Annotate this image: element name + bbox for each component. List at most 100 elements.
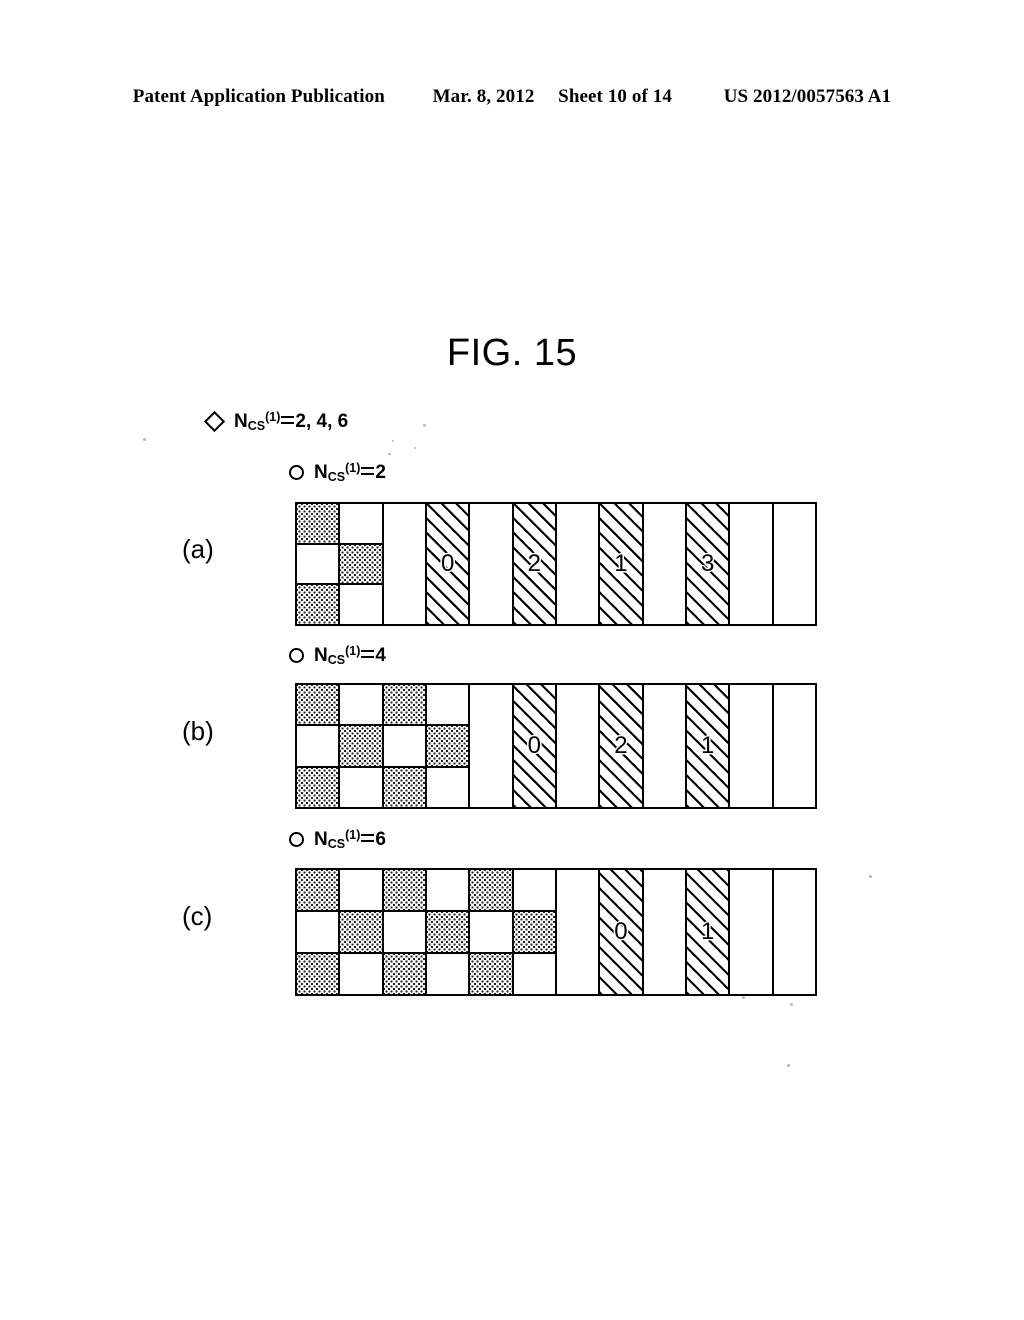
hatched-column-label: 1 (700, 732, 715, 759)
hatched-column: 1 (686, 870, 731, 994)
scan-speck (790, 1003, 793, 1006)
dotted-cell (383, 685, 425, 727)
checker-column (297, 870, 341, 994)
circle-marker-icon (289, 648, 304, 663)
equals-icon (361, 648, 375, 660)
checker-column (426, 870, 471, 994)
circle-marker-icon (289, 465, 304, 480)
scan-speck (742, 996, 745, 999)
dotted-cell (340, 912, 382, 954)
hatched-column: 0 (513, 685, 557, 807)
blank-cell (297, 726, 339, 768)
dotted-cell (297, 870, 339, 912)
blank-column (643, 685, 687, 807)
dotted-cell (297, 504, 339, 545)
patent-number: US 2012/0057563 A1 (723, 86, 892, 107)
checker-column (470, 870, 514, 994)
dotted-cell (470, 954, 512, 994)
dotted-cell (297, 954, 339, 994)
panel-b-label: (b) (182, 716, 214, 746)
blank-column (730, 685, 774, 807)
equals-icon (361, 465, 375, 477)
dotted-cell (426, 912, 469, 954)
panel-c-strip: 01 (295, 868, 817, 996)
legend-diamond-row: NCS(1) 2, 4, 6 (203, 410, 349, 433)
hatched-column: 3 (686, 504, 731, 624)
blank-column (470, 685, 514, 807)
blank-cell (383, 912, 425, 954)
blank-cell (340, 954, 382, 994)
hatched-column-label: 1 (700, 918, 715, 945)
panel-c-legend-label: NCS(1) 6 (314, 828, 386, 851)
blank-column (730, 504, 774, 624)
scan-speck (392, 440, 394, 442)
blank-column (643, 870, 687, 994)
dotted-cell (297, 685, 339, 727)
figure-title: FIG. 15 (446, 332, 578, 374)
equals-icon (281, 414, 295, 426)
blank-cell (470, 912, 512, 954)
blank-cell (340, 585, 382, 625)
blank-cell (513, 870, 555, 912)
patent-header: Patent Application Publication Mar. 8, 2… (0, 86, 1024, 108)
equals-icon (361, 832, 375, 844)
blank-cell (426, 685, 469, 727)
dotted-cell (383, 954, 425, 994)
blank-column (643, 504, 687, 624)
blank-cell (383, 726, 425, 768)
blank-cell (340, 504, 382, 545)
panel-b-legend-label: NCS(1) 4 (314, 644, 386, 667)
panel-c-legend-row: NCS(1) 6 (289, 828, 386, 851)
panel-c-label: (c) (182, 901, 213, 931)
hatched-column-label: 0 (527, 732, 541, 759)
checker-column (340, 685, 384, 807)
checker-column (297, 685, 341, 807)
checker-column (297, 504, 341, 625)
blank-cell (426, 767, 469, 807)
blank-column (556, 504, 601, 624)
scan-speck (143, 438, 146, 441)
blank-column (773, 870, 815, 994)
checker-column (340, 504, 384, 625)
blank-cell (340, 685, 382, 727)
blank-column (773, 504, 815, 624)
panel-a-label: (a) (182, 534, 214, 564)
hatched-column: 1 (686, 685, 731, 807)
blank-cell (426, 870, 469, 912)
blank-cell (340, 767, 382, 807)
circle-marker-icon (289, 832, 304, 847)
blank-cell (513, 954, 555, 994)
blank-column (470, 504, 514, 624)
publication-title: Patent Application Publication (132, 86, 385, 107)
scan-speck (423, 424, 426, 427)
dotted-cell (297, 585, 339, 625)
scan-speck (388, 453, 391, 455)
blank-cell (297, 544, 339, 586)
blank-cell (426, 954, 469, 994)
dotted-cell (426, 726, 469, 768)
dotted-cell (470, 870, 512, 912)
hatched-column-label: 0 (440, 550, 455, 577)
dotted-cell (297, 767, 339, 807)
panel-b-strip: 0 2 1 (295, 683, 817, 809)
sheet-number: Sheet 10 of 14 (558, 86, 672, 107)
hatched-column: 0 (426, 504, 471, 624)
dotted-cell (383, 767, 425, 807)
blank-cell (297, 912, 339, 954)
checker-column (513, 870, 557, 994)
blank-cell (340, 870, 382, 912)
hatched-column-label: 1 (614, 550, 628, 577)
hatched-column: 0 (600, 870, 644, 994)
dotted-cell (383, 870, 425, 912)
hatched-column-label: 2 (614, 732, 628, 759)
hatched-column-label: 3 (700, 550, 715, 577)
publication-date: Mar. 8, 2012 (432, 86, 535, 107)
scan-speck (414, 447, 416, 449)
dotted-cell (340, 726, 382, 768)
legend-diamond-label: NCS(1) 2, 4, 6 (234, 410, 349, 433)
scan-speck (787, 1064, 790, 1067)
checker-column (340, 870, 384, 994)
checker-column (383, 870, 427, 994)
hatched-column: 2 (513, 504, 557, 624)
scan-speck (869, 875, 872, 878)
